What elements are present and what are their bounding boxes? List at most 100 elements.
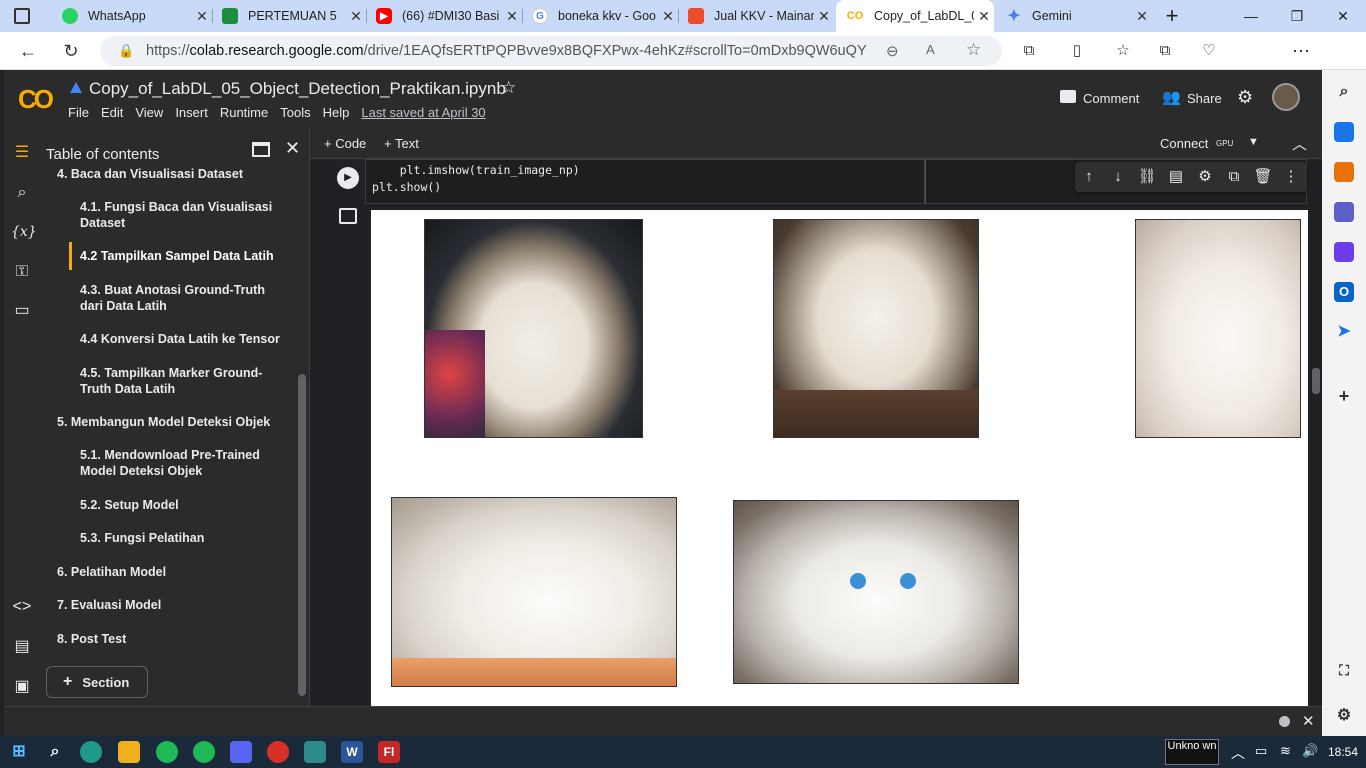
share-button[interactable]: Share [1187, 91, 1222, 106]
extensions-icon[interactable]: ⧉ [1016, 39, 1042, 63]
search-icon[interactable]: ⌕ [11, 182, 33, 204]
toc-icon[interactable]: ☰ [11, 142, 33, 164]
fl-studio-icon[interactable]: Fl [378, 741, 400, 763]
variables-icon[interactable]: {x} [11, 221, 37, 243]
app-icon-teal[interactable] [304, 741, 326, 763]
close-status-icon[interactable]: ✕ [1302, 712, 1315, 730]
add-section-button[interactable]: + Section [46, 666, 148, 698]
shopping-bag-icon[interactable] [1334, 162, 1354, 182]
toc-item[interactable]: 4.4 Konversi Data Latih ke Tensor [80, 331, 280, 347]
new-tab-button[interactable]: + [1160, 4, 1184, 28]
menu-help[interactable]: Help [323, 105, 350, 120]
back-button[interactable]: ← [15, 39, 41, 63]
tab-actions-icon[interactable] [14, 8, 30, 24]
add-icon[interactable]: + [1334, 386, 1354, 406]
close-tab-icon[interactable]: ✕ [974, 8, 994, 25]
toc-item[interactable]: 7. Evaluasi Model [57, 597, 277, 613]
link-icon[interactable]: ⛓ [1137, 167, 1157, 187]
close-tab-icon[interactable]: ✕ [502, 8, 522, 25]
add-code-button[interactable]: + Code [324, 136, 366, 151]
url-field[interactable]: 🔒 https://colab.research.google.com/driv… [100, 36, 1002, 66]
move-down-icon[interactable]: ↓ [1108, 167, 1128, 187]
output-actions-icon[interactable] [339, 208, 357, 224]
performance-icon[interactable]: ♡ [1196, 39, 1222, 63]
browser-tab-shopee[interactable]: Jual KKV - Mainan ✕ [678, 0, 834, 32]
menu-tools[interactable]: Tools [280, 105, 310, 120]
close-tab-icon[interactable]: ✕ [658, 8, 678, 25]
spotify-icon[interactable] [156, 741, 178, 763]
star-icon[interactable]: ☆ [501, 78, 516, 98]
colab-logo[interactable]: CO [18, 84, 54, 115]
menu-view[interactable]: View [135, 105, 163, 120]
code-cell[interactable]: plt.imshow(train_image_np) plt.show() [365, 159, 925, 204]
toc-item-active[interactable]: 4.2 Tampilkan Sampel Data Latih [80, 248, 280, 264]
close-tab-icon[interactable]: ✕ [1132, 8, 1152, 25]
settings-icon[interactable]: ⚙ [1195, 167, 1215, 187]
add-text-button[interactable]: + Text [384, 136, 419, 151]
outlook-icon[interactable]: O [1334, 282, 1354, 302]
send-icon[interactable]: ➤ [1334, 322, 1354, 342]
close-tab-icon[interactable]: ✕ [192, 8, 212, 25]
menu-file[interactable]: File [68, 105, 89, 120]
toc-item[interactable]: 5.3. Fungsi Pelatihan [80, 530, 280, 546]
toc-item[interactable]: 4.3. Buat Anotasi Ground-Truth dari Data… [80, 282, 270, 314]
discord-icon[interactable] [230, 741, 252, 763]
user-avatar[interactable] [1272, 83, 1300, 111]
window-close-button[interactable]: ✕ [1320, 0, 1366, 32]
toc-item[interactable]: 5.1. Mendownload Pre-Trained Model Detek… [80, 447, 270, 479]
close-panel-icon[interactable]: ✕ [285, 138, 300, 159]
toc-scrollbar[interactable] [298, 374, 306, 696]
folder-icon[interactable]: ▭ [11, 300, 33, 322]
delete-icon[interactable]: 🗑 [1253, 167, 1273, 187]
gear-icon[interactable]: ⚙ [1237, 87, 1253, 108]
close-tab-icon[interactable]: ✕ [346, 8, 366, 25]
menu-edit[interactable]: Edit [101, 105, 123, 120]
browser-tab-gemini[interactable]: ✦ Gemini ✕ [996, 0, 1152, 32]
clock[interactable]: 18:54 [1328, 745, 1358, 759]
connect-dropdown-icon[interactable]: ▼ [1248, 136, 1259, 148]
tag-icon[interactable] [1334, 122, 1354, 142]
lock-icon[interactable]: 🔒 [118, 43, 134, 59]
minimize-button[interactable]: — [1228, 0, 1274, 32]
search-icon[interactable]: ⌕ [1334, 82, 1354, 102]
collapse-chevron-icon[interactable]: ︿ [1292, 133, 1307, 154]
split-screen-icon[interactable]: ▯ [1064, 39, 1090, 63]
run-cell-button[interactable]: ▶ [337, 167, 359, 189]
collections-icon[interactable]: ⧉ [1152, 39, 1178, 63]
edge-icon[interactable] [80, 741, 102, 763]
windows-start-icon[interactable]: ⊞ [8, 741, 30, 763]
command-palette-icon[interactable]: ▤ [11, 636, 33, 658]
menu-runtime[interactable]: Runtime [220, 105, 268, 120]
app-icon-red[interactable] [267, 741, 289, 763]
favorite-star-icon[interactable]: ☆ [966, 40, 981, 60]
browser-tab-youtube[interactable]: ▶ (66) #DMI30 Basi ✕ [366, 0, 522, 32]
browser-tab-google[interactable]: G boneka kkv - Goo ✕ [522, 0, 678, 32]
people-icon[interactable] [1334, 202, 1354, 222]
more-menu-icon[interactable]: ⋯ [1288, 39, 1314, 63]
search-icon[interactable]: ⌕ [44, 741, 66, 763]
tray-chevron-icon[interactable]: ︿ [1231, 743, 1245, 763]
notebook-scrollbar[interactable] [1312, 368, 1320, 394]
menu-insert[interactable]: Insert [175, 105, 208, 120]
toc-item[interactable]: 4.1. Fungsi Baca dan Visualisasi Dataset [80, 199, 280, 231]
zoom-icon[interactable]: ⊖ [886, 42, 899, 60]
read-aloud-icon[interactable]: A [926, 42, 935, 57]
screenshot-icon[interactable]: ⛶ [1334, 660, 1354, 680]
weather-widget[interactable]: Unkno wn [1165, 739, 1219, 765]
word-icon[interactable]: W [341, 741, 363, 763]
copilot-app-icon[interactable] [1334, 242, 1354, 262]
restore-button[interactable]: ❐ [1274, 0, 1320, 32]
toc-item[interactable]: 6. Pelatihan Model [57, 564, 277, 580]
battery-icon[interactable]: ▭ [1255, 743, 1267, 759]
key-icon[interactable]: ⚿ [11, 261, 33, 283]
notebook-title[interactable]: Copy_of_LabDL_05_Object_Detection_Prakti… [89, 79, 506, 99]
wifi-icon[interactable]: ≋ [1280, 743, 1291, 759]
reload-button[interactable]: ↻ [58, 39, 84, 63]
browser-tab-whatsapp[interactable]: WhatsApp ✕ [52, 0, 212, 32]
terminal-icon[interactable]: ▣ [11, 676, 33, 698]
settings-icon[interactable]: ⚙ [1334, 706, 1354, 726]
move-up-icon[interactable]: ↑ [1079, 167, 1099, 187]
mirror-cell-icon[interactable]: ⧉ [1224, 167, 1244, 187]
comment-icon[interactable]: ▤ [1166, 167, 1186, 187]
close-tab-icon[interactable]: ✕ [814, 8, 834, 25]
